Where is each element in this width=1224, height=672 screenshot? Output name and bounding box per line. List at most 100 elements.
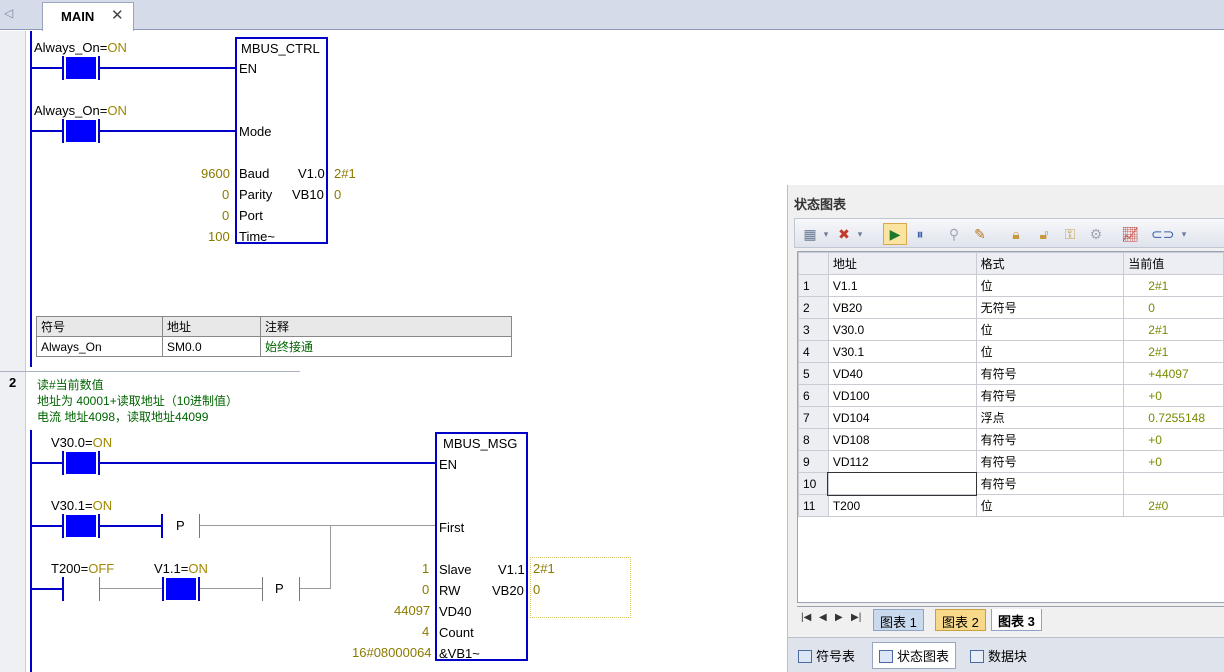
tab-symbol-table[interactable]: 符号表 bbox=[798, 646, 855, 665]
format-cell[interactable]: 位 bbox=[975, 318, 1125, 341]
address-cell[interactable]: V30.1 bbox=[827, 340, 977, 363]
parity-value[interactable]: 0 bbox=[222, 187, 229, 202]
current-value-cell[interactable]: +0 bbox=[1123, 428, 1224, 451]
sheet-tab-3[interactable]: 图表 3 bbox=[991, 609, 1042, 631]
chevron-down-icon[interactable]: ▾ bbox=[1175, 225, 1193, 243]
done-value[interactable]: 2#1 bbox=[334, 166, 356, 181]
prev-sheet-icon[interactable]: ◀ bbox=[819, 612, 827, 623]
current-value-cell[interactable]: 2#1 bbox=[1123, 340, 1224, 363]
trend-view-icon[interactable]: 📈︎ bbox=[1121, 225, 1139, 243]
format-cell[interactable]: 有符号 bbox=[975, 384, 1125, 407]
format-cell[interactable]: 有符号 bbox=[975, 428, 1125, 451]
format-cell[interactable]: 无符号 bbox=[975, 296, 1125, 319]
address-cell[interactable]: VD40 bbox=[827, 362, 977, 385]
unlock-icon[interactable]: 🔓︎ bbox=[1035, 225, 1053, 243]
chevron-down-icon[interactable]: ▾ bbox=[851, 225, 869, 243]
table-row[interactable]: 1 V1.1 位 2#1 bbox=[798, 274, 1224, 297]
contact-v1-1[interactable] bbox=[166, 578, 196, 600]
format-cell[interactable]: 有符号 bbox=[975, 472, 1125, 495]
address-cell[interactable]: VB20 bbox=[827, 296, 977, 319]
current-value-cell[interactable]: 2#1 bbox=[1123, 274, 1224, 297]
wire bbox=[100, 67, 236, 69]
contact-v30-0[interactable] bbox=[66, 452, 96, 474]
error-value[interactable]: 0 bbox=[334, 187, 341, 202]
current-value-cell[interactable]: 2#0 bbox=[1123, 494, 1224, 517]
first-sheet-icon[interactable]: |◀ bbox=[801, 612, 811, 623]
table-row[interactable]: 10 有符号 bbox=[798, 471, 1224, 496]
format-cell[interactable]: 浮点 bbox=[975, 406, 1125, 429]
address-cell[interactable]: V1.1 bbox=[827, 274, 977, 297]
table-row[interactable]: 4 V30.1 位 2#1 bbox=[798, 340, 1224, 363]
table-row[interactable]: 3 V30.0 位 2#1 bbox=[798, 318, 1224, 341]
address-cell[interactable]: T200 bbox=[827, 494, 977, 517]
tab-main-label: MAIN bbox=[61, 9, 95, 24]
contact-always-on[interactable] bbox=[66, 120, 96, 142]
contact-always-on[interactable] bbox=[66, 57, 96, 79]
port-value[interactable]: 0 bbox=[222, 208, 229, 223]
comment-cell: 始终接通 bbox=[260, 336, 512, 357]
format-cell[interactable]: 有符号 bbox=[975, 450, 1125, 473]
tab-label: 状态图表 bbox=[897, 649, 950, 664]
time-value[interactable]: 100 bbox=[208, 229, 230, 244]
contact-bar bbox=[161, 514, 163, 538]
format-cell[interactable]: 位 bbox=[975, 340, 1125, 363]
slave-value[interactable]: 1 bbox=[422, 561, 429, 576]
current-value-cell[interactable]: 0.7255148 bbox=[1123, 406, 1224, 429]
lock-icon[interactable]: 🔒︎ bbox=[1007, 225, 1025, 243]
rw-value[interactable]: 0 bbox=[422, 582, 429, 597]
table-row[interactable]: 5 VD40 有符号 +44097 bbox=[798, 362, 1224, 385]
current-value-cell[interactable]: +44097 bbox=[1123, 362, 1224, 385]
pin-done: V1.1 bbox=[498, 562, 525, 577]
network-divider bbox=[0, 371, 300, 372]
current-value-cell[interactable]: 2#1 bbox=[1123, 318, 1224, 341]
sheet-tab-1[interactable]: 图表 1 bbox=[873, 609, 924, 631]
next-sheet-icon[interactable]: ▶ bbox=[835, 612, 843, 623]
address-cell[interactable] bbox=[827, 471, 978, 496]
chevron-down-icon[interactable]: ▾ bbox=[817, 225, 835, 243]
mbus-ctrl-block[interactable]: MBUS_CTRL EN Mode Baud Parity Port Time~… bbox=[235, 37, 328, 244]
address-cell[interactable]: V30.0 bbox=[827, 318, 977, 341]
status-toolbar: ▦ ▾ ✖ ▾ ▶ ⏸ ⚲ ✎ 🔒︎ 🔓︎ ⚿ ⚙ 📈︎ ⊂⊃ ▾ bbox=[794, 218, 1224, 248]
current-value-cell[interactable]: +0 bbox=[1123, 384, 1224, 407]
current-value-cell[interactable]: 0 bbox=[1123, 296, 1224, 319]
positive-edge-label[interactable]: P bbox=[275, 581, 284, 596]
tab-status-chart[interactable]: 状态图表 bbox=[872, 642, 957, 669]
current-value-cell[interactable]: +0 bbox=[1123, 450, 1224, 473]
format-cell[interactable]: 位 bbox=[975, 274, 1125, 297]
baud-value[interactable]: 9600 bbox=[201, 166, 230, 181]
sheet-tab-2[interactable]: 图表 2 bbox=[935, 609, 986, 631]
address-cell[interactable]: VD108 bbox=[827, 428, 977, 451]
pencil-icon[interactable]: ✎ bbox=[971, 225, 989, 243]
current-value-cell[interactable] bbox=[1123, 472, 1224, 495]
addr-value[interactable]: 44097 bbox=[394, 603, 430, 618]
address-cell[interactable]: VD100 bbox=[827, 384, 977, 407]
read-forced-icon[interactable]: ⚙ bbox=[1087, 225, 1105, 243]
read-icon[interactable]: ⚲ bbox=[945, 225, 963, 243]
table-row[interactable]: 6 VD100 有符号 +0 bbox=[798, 384, 1224, 407]
positive-edge-label[interactable]: P bbox=[176, 518, 185, 533]
format-cell[interactable]: 有符号 bbox=[975, 362, 1125, 385]
pause-icon[interactable]: ⏸ bbox=[911, 225, 929, 243]
table-row[interactable]: 8 VD108 有符号 +0 bbox=[798, 428, 1224, 451]
force-icon[interactable]: ⚿ bbox=[1061, 225, 1079, 243]
start-monitoring-icon[interactable]: ▶ bbox=[883, 223, 907, 245]
row-number-cell: 1 bbox=[798, 274, 829, 297]
tag-icon[interactable]: ⊂⊃ bbox=[1151, 225, 1174, 243]
close-icon[interactable]: ✕ bbox=[111, 6, 124, 24]
tab-main[interactable]: MAIN ✕ bbox=[42, 2, 134, 31]
mbus-msg-block[interactable]: MBUS_MSG EN First Slave RW VD40 Count &V… bbox=[435, 432, 528, 661]
table-row[interactable]: 9 VD112 有符号 +0 bbox=[798, 450, 1224, 473]
editor-tab-bar: ◁ MAIN ✕ bbox=[0, 0, 1224, 31]
contact-v30-1[interactable] bbox=[66, 515, 96, 537]
last-sheet-icon[interactable]: ▶| bbox=[851, 612, 861, 623]
count-value[interactable]: 4 bbox=[422, 624, 429, 639]
address-cell[interactable]: VD112 bbox=[827, 450, 977, 473]
table-row[interactable]: 7 VD104 浮点 0.7255148 bbox=[798, 406, 1224, 429]
table-row[interactable]: 2 VB20 无符号 0 bbox=[798, 296, 1224, 319]
dataptr-value[interactable]: 16#08000064 bbox=[352, 645, 432, 660]
table-row[interactable]: 11 T200 位 2#0 bbox=[798, 494, 1224, 517]
format-cell[interactable]: 位 bbox=[975, 494, 1125, 517]
address-cell[interactable]: VD104 bbox=[827, 406, 977, 429]
tab-data-block[interactable]: 数据块 bbox=[970, 646, 1027, 665]
scroll-left-icon[interactable]: ◁ bbox=[4, 6, 13, 20]
